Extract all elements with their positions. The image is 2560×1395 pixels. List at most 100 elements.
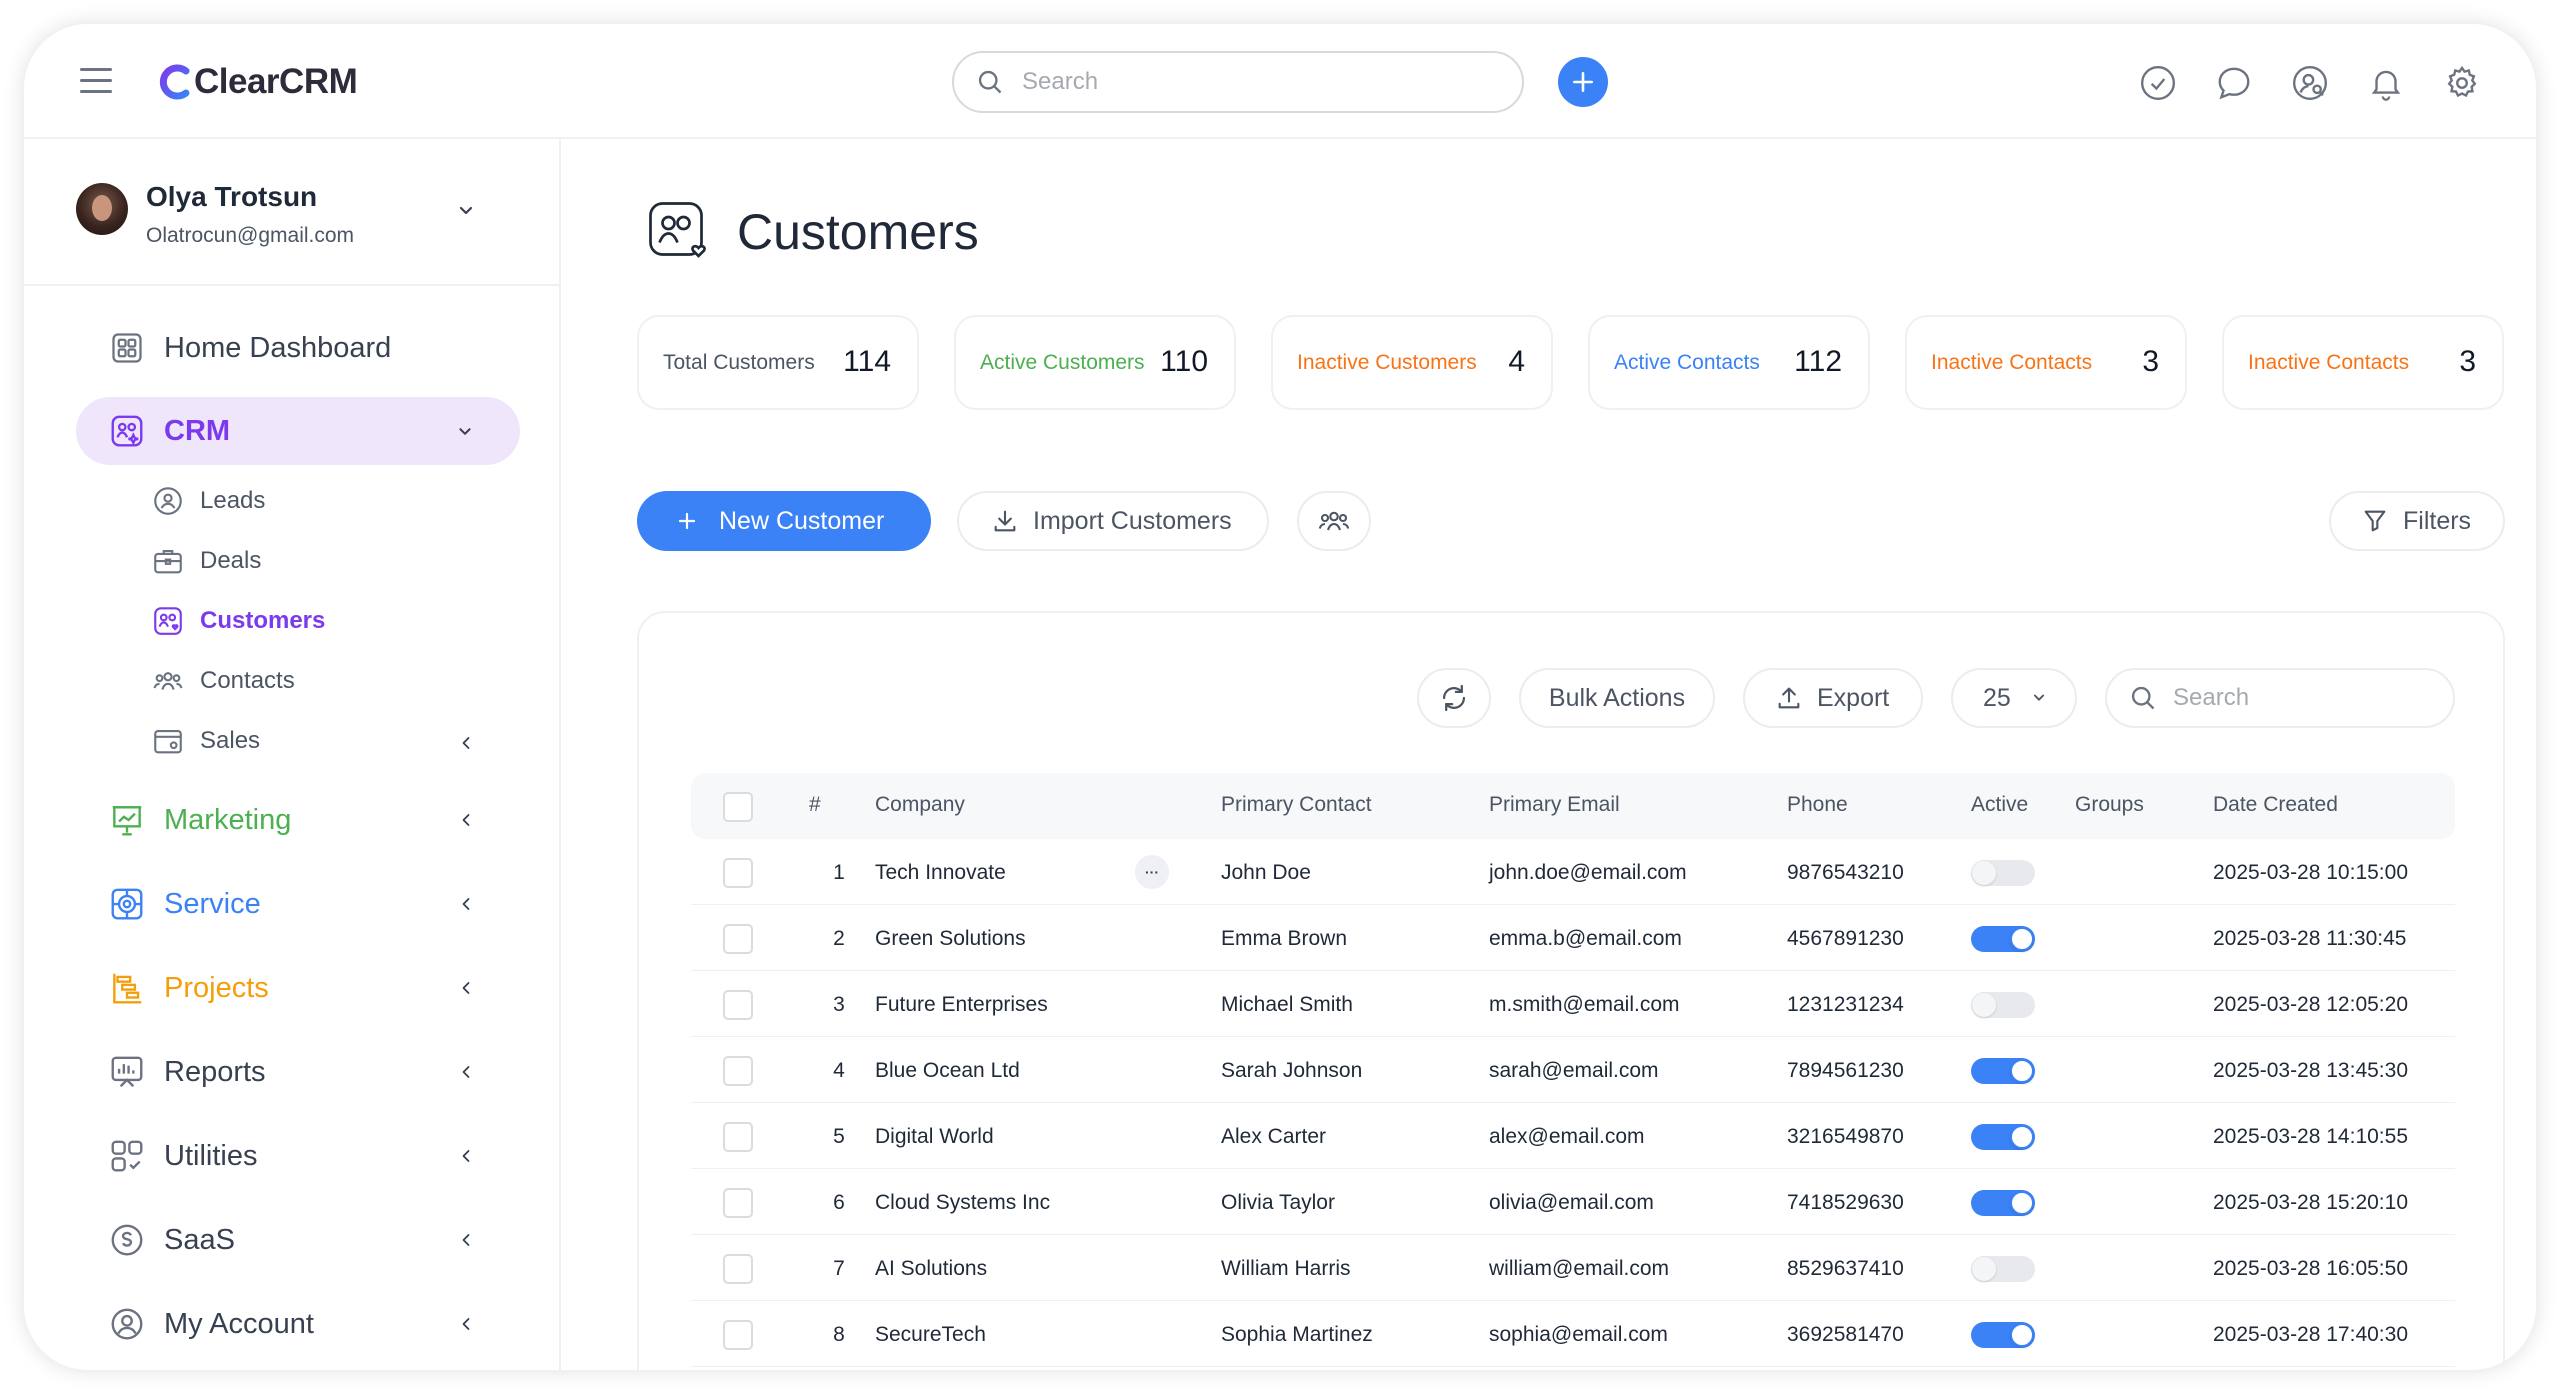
stat-value: 4 <box>1508 345 1525 378</box>
cell-primary-contact: John Doe <box>1221 861 1311 884</box>
settings-button[interactable] <box>2440 61 2484 105</box>
global-search[interactable] <box>952 51 1524 113</box>
stat-card-inactive-customers: Inactive Customers 4 <box>1271 315 1553 410</box>
page-size-select[interactable]: 25 <box>1951 668 2077 728</box>
row-checkbox[interactable] <box>723 1188 753 1218</box>
col-header-groups[interactable]: Groups <box>2075 793 2144 817</box>
tasks-button[interactable] <box>2136 61 2180 105</box>
sidebar-subitem-contacts[interactable]: Contacts <box>150 661 520 701</box>
toggle-knob <box>2010 1125 2034 1149</box>
sidebar-item-reports[interactable]: Reports <box>76 1038 520 1106</box>
col-header-company[interactable]: Company <box>875 793 965 817</box>
table-row[interactable]: 5 Digital World Alex Carter alex@email.com 3… <box>691 1103 2455 1169</box>
sidebar-item-service[interactable]: Service <box>76 870 520 938</box>
col-header-primary-email[interactable]: Primary Email <box>1489 793 1620 817</box>
notifications-button[interactable] <box>2364 61 2408 105</box>
cell-phone: 1231231234 <box>1787 993 1904 1016</box>
leads-icon <box>150 483 186 519</box>
logo-mark-icon <box>159 64 190 100</box>
row-checkbox[interactable] <box>723 1122 753 1152</box>
sidebar-item-my-account[interactable]: My Account <box>76 1290 520 1358</box>
sidebar-subitem-sales[interactable]: Sales <box>150 721 520 761</box>
sidebar-item-home-dashboard[interactable]: Home Dashboard <box>76 314 520 382</box>
active-toggle[interactable] <box>1971 860 2035 886</box>
cell-primary-contact: Olivia Taylor <box>1221 1191 1335 1214</box>
user-name: Olya Trotsun <box>146 181 318 212</box>
col-header-active[interactable]: Active <box>1971 793 2028 817</box>
quick-add-button[interactable] <box>1558 57 1608 107</box>
table-search[interactable] <box>2105 668 2455 728</box>
table-row[interactable]: 6 Cloud Systems Inc Olivia Taylor olivia@em… <box>691 1169 2455 1235</box>
active-toggle[interactable] <box>1971 1124 2035 1150</box>
sidebar-subitem-deals[interactable]: Deals <box>150 541 520 581</box>
active-toggle[interactable] <box>1971 1256 2035 1282</box>
user-profile[interactable]: Olya Trotsun Olatrocun@gmail.com <box>24 139 559 286</box>
row-checkbox[interactable] <box>723 1254 753 1284</box>
sidebar-item-crm[interactable]: CRM <box>76 397 520 465</box>
active-toggle[interactable] <box>1971 992 2035 1018</box>
cell-primary-contact: Emma Brown <box>1221 927 1348 950</box>
table-row[interactable]: 1 Tech Innovate John Doe john.doe@email.com… <box>691 839 2455 905</box>
menu-icon[interactable] <box>80 68 112 94</box>
sidebar-subitem-customers[interactable]: Customers <box>150 601 520 641</box>
col-header-primary-contact[interactable]: Primary Contact <box>1221 793 1372 817</box>
new-customer-button[interactable]: New Customer <box>637 491 931 551</box>
global-search-input[interactable] <box>1022 68 1482 96</box>
toggle-knob <box>2010 1059 2034 1083</box>
select-all-checkbox[interactable] <box>723 792 753 822</box>
chevron-down-icon <box>459 428 471 435</box>
export-label: Export <box>1817 683 1890 712</box>
col-header-phone[interactable]: Phone <box>1787 793 1848 817</box>
row-checkbox[interactable] <box>723 1056 753 1086</box>
cell-number: 4 <box>833 1059 845 1082</box>
cell-date-created: 2025-03-28 15:20:10 <box>2213 1191 2408 1214</box>
sidebar-item-label: CRM <box>164 414 231 447</box>
filters-button[interactable]: Filters <box>2329 491 2505 551</box>
bulk-actions-button[interactable]: Bulk Actions <box>1519 668 1715 728</box>
refresh-button[interactable] <box>1417 668 1491 728</box>
sidebar-item-label: Service <box>164 887 261 920</box>
table-row[interactable]: 2 Green Solutions Emma Brown emma.b@email.c… <box>691 905 2455 971</box>
active-toggle[interactable] <box>1971 926 2035 952</box>
sidebar-item-marketing[interactable]: Marketing <box>76 786 520 854</box>
table-row[interactable]: 3 Future Enterprises Michael Smith m.smith@… <box>691 971 2455 1037</box>
sidebar-subitem-leads[interactable]: Leads <box>150 481 520 521</box>
utilities-icon <box>108 1137 146 1175</box>
sidebar-item-utilities[interactable]: Utilities <box>76 1122 520 1190</box>
row-checkbox[interactable] <box>723 990 753 1020</box>
row-checkbox[interactable] <box>723 1320 753 1350</box>
sidebar-subitem-label: Contacts <box>200 667 295 694</box>
cell-phone: 3216549870 <box>1787 1125 1904 1148</box>
active-toggle[interactable] <box>1971 1190 2035 1216</box>
cell-primary-email: john.doe@email.com <box>1489 861 1687 884</box>
contacts-search-button[interactable] <box>2288 61 2332 105</box>
table-row[interactable]: 7 AI Solutions William Harris william@email… <box>691 1235 2455 1301</box>
table-row[interactable]: 8 SecureTech Sophia Martinez sophia@email.c… <box>691 1301 2455 1367</box>
sidebar-item-saas[interactable]: SaaS <box>76 1206 520 1274</box>
filters-label: Filters <box>2403 506 2472 535</box>
users-icon <box>1318 511 1350 531</box>
account-icon <box>108 1305 146 1343</box>
cell-primary-contact: Michael Smith <box>1221 993 1353 1016</box>
table-search-input[interactable] <box>2173 684 2443 712</box>
export-button[interactable]: Export <box>1743 668 1923 728</box>
toggle-knob <box>1972 993 1996 1017</box>
messages-button[interactable] <box>2212 61 2256 105</box>
import-customers-button[interactable]: Import Customers <box>957 491 1269 551</box>
sidebar-subitem-label: Deals <box>200 547 262 574</box>
row-checkbox[interactable] <box>723 858 753 888</box>
groups-button[interactable] <box>1297 491 1371 551</box>
active-toggle[interactable] <box>1971 1322 2035 1348</box>
app-logo[interactable]: ClearCRM <box>158 60 358 104</box>
col-header-date-created[interactable]: Date Created <box>2213 793 2338 817</box>
table-row[interactable]: 4 Blue Ocean Ltd Sarah Johnson sarah@email.… <box>691 1037 2455 1103</box>
row-checkbox[interactable] <box>723 924 753 954</box>
stat-value: 3 <box>2459 345 2476 378</box>
saas-icon <box>108 1221 146 1259</box>
active-toggle[interactable] <box>1971 1058 2035 1084</box>
cell-phone: 7418529630 <box>1787 1191 1904 1214</box>
sidebar-item-projects[interactable]: Projects <box>76 954 520 1022</box>
chevron-down-icon[interactable] <box>454 199 478 223</box>
cell-company: Future Enterprises <box>875 993 1048 1016</box>
row-more-actions-button[interactable]: ··· <box>1135 855 1169 889</box>
